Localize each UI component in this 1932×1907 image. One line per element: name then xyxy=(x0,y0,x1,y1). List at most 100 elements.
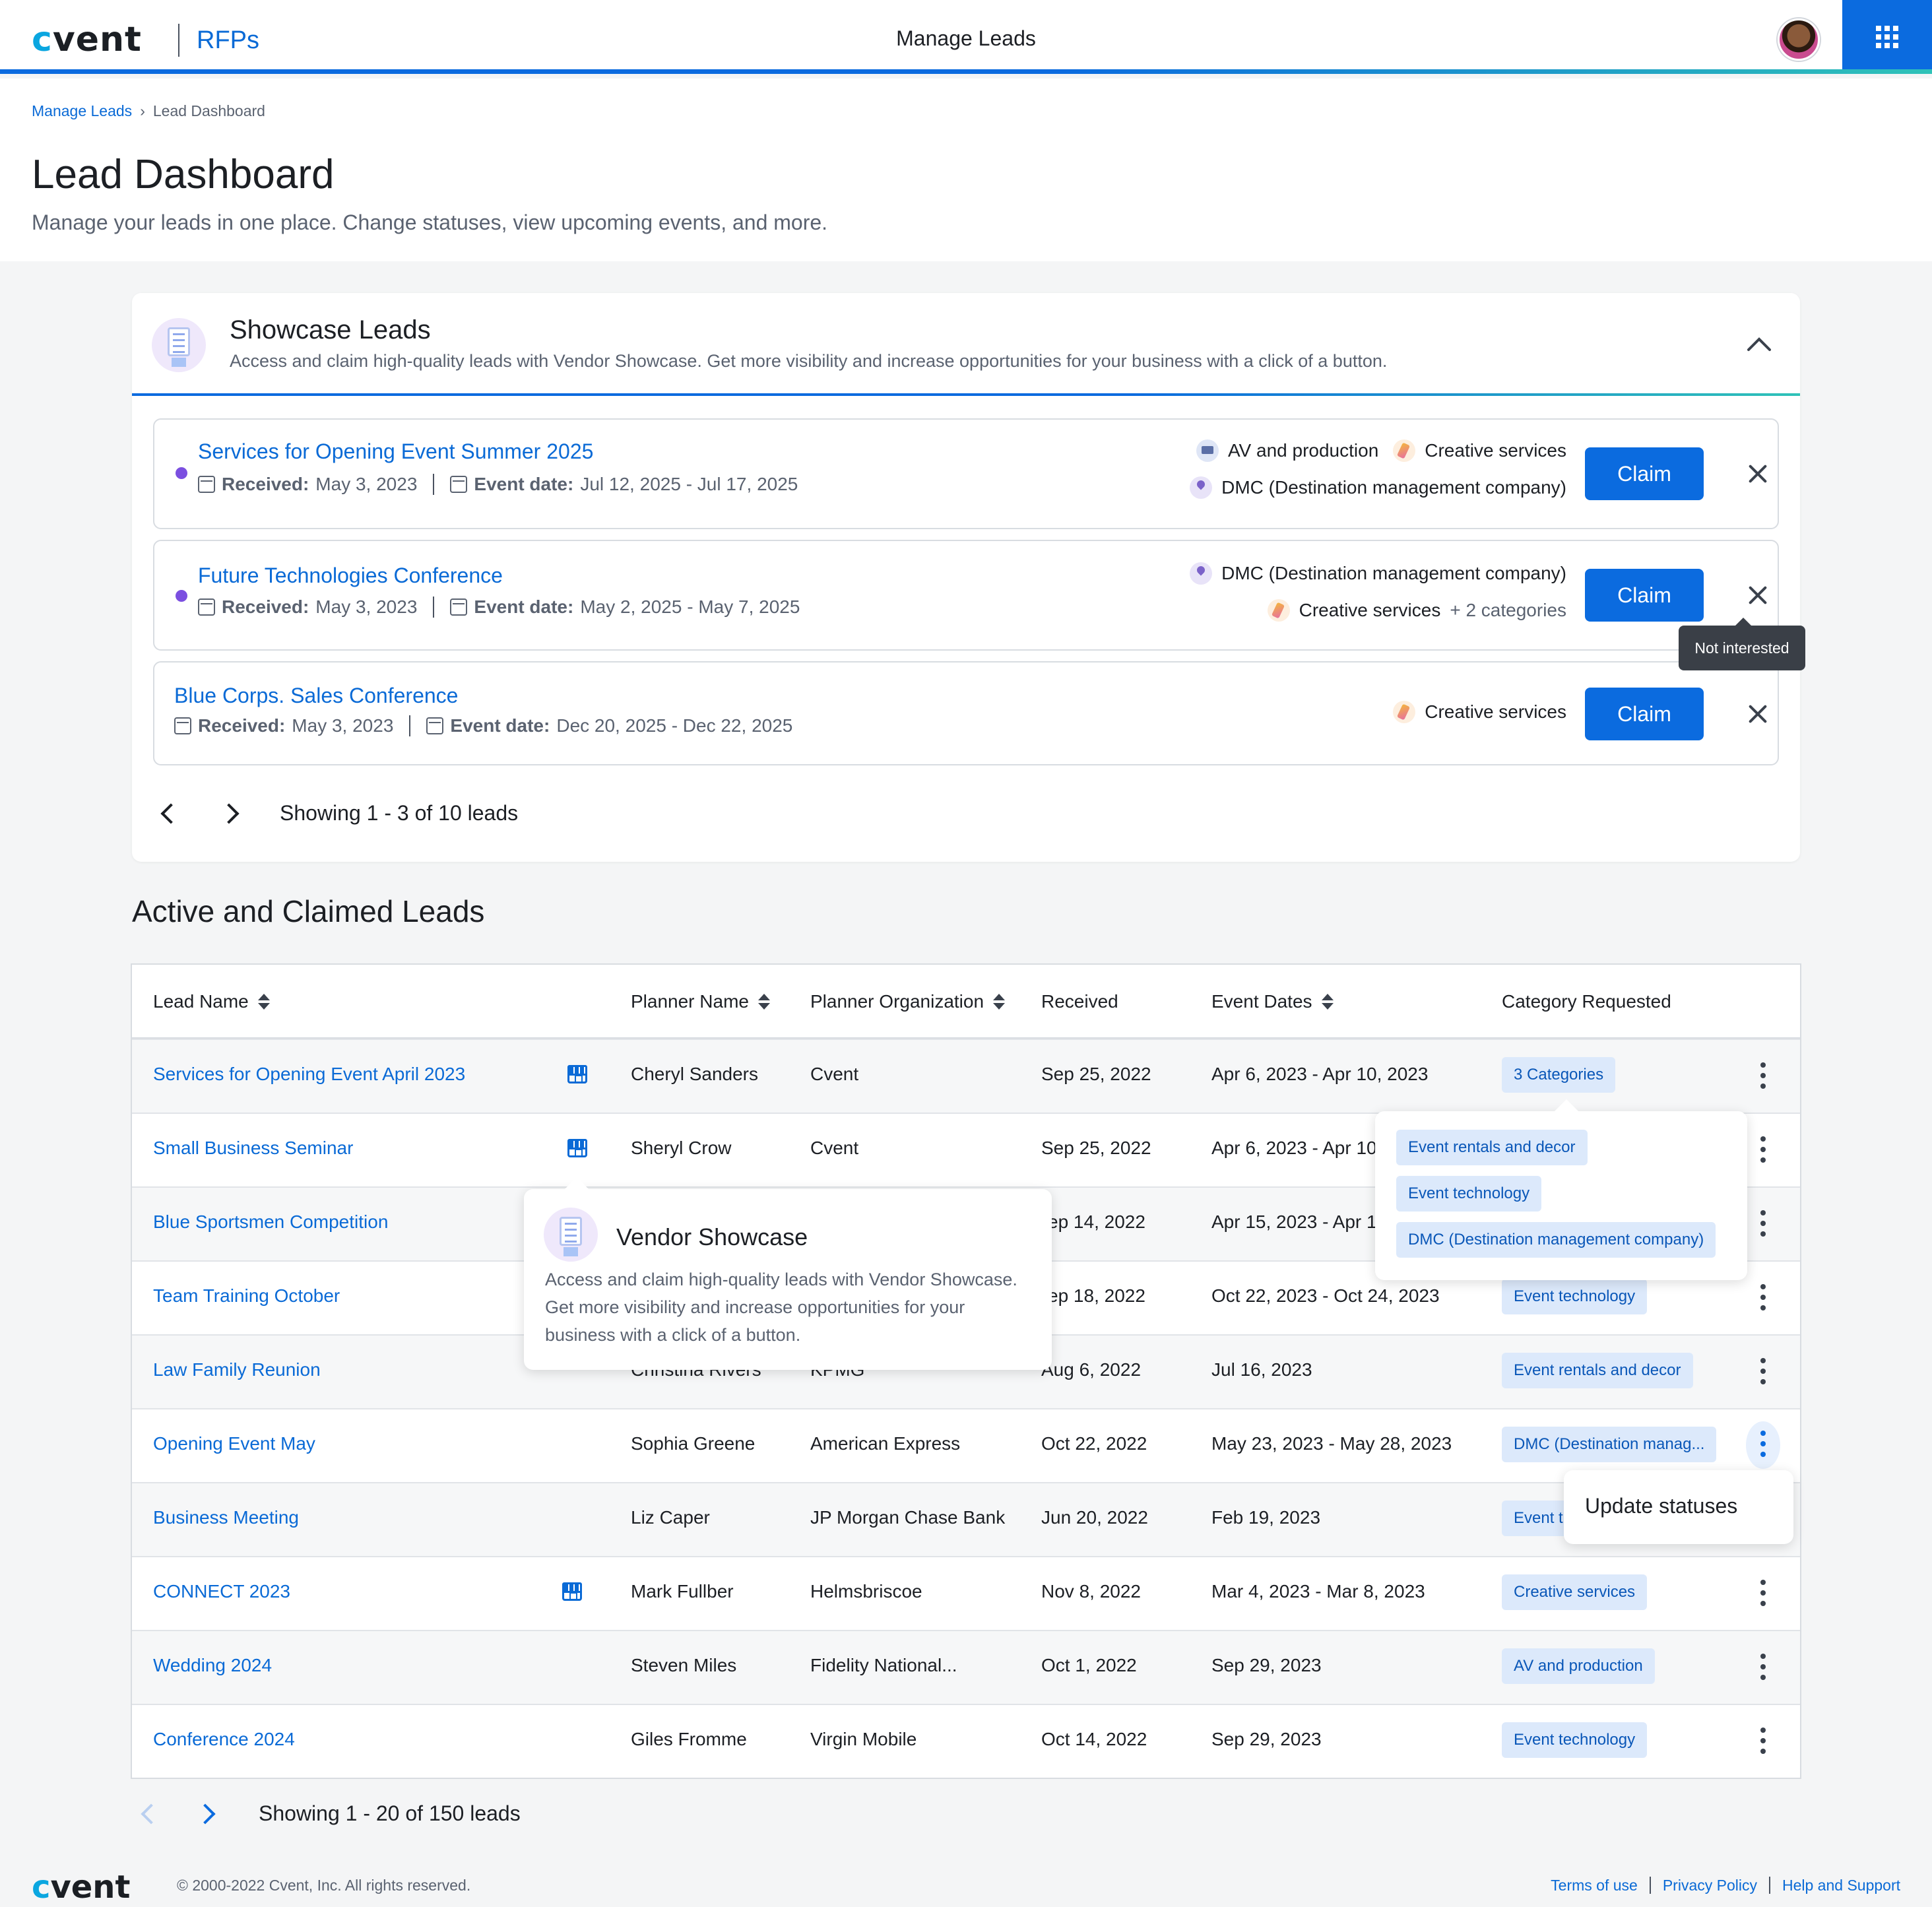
column-received: Received xyxy=(1041,991,1118,1012)
received-value: May 3, 2023 xyxy=(292,715,394,736)
planner-name: Steven Miles xyxy=(631,1655,737,1675)
event-dates: Apr 6, 2023 - Apr 10 xyxy=(1211,1138,1377,1158)
category-badge[interactable]: DMC (Destination management company) xyxy=(1396,1222,1716,1258)
sort-icon[interactable] xyxy=(757,994,770,1010)
event-dates: Oct 22, 2023 - Oct 24, 2023 xyxy=(1211,1285,1440,1306)
calendar-icon xyxy=(198,476,215,493)
update-statuses-menu-item[interactable]: Update statuses xyxy=(1585,1494,1737,1518)
claim-button[interactable]: Claim xyxy=(1585,447,1704,500)
lead-name-link[interactable]: Conference 2024 xyxy=(153,1729,295,1750)
lead-name-link[interactable]: Blue Corps. Sales Conference xyxy=(174,684,458,708)
kebab-icon[interactable] xyxy=(1759,1654,1767,1683)
column-lead-name[interactable]: Lead Name xyxy=(153,991,270,1012)
chevron-left-icon[interactable] xyxy=(160,803,181,824)
received-date: Oct 14, 2022 xyxy=(1041,1729,1147,1749)
lead-name-link[interactable]: Team Training October xyxy=(153,1285,340,1307)
calendar-icon xyxy=(198,598,215,616)
category-badge[interactable]: Event technology xyxy=(1502,1279,1648,1314)
category-label: Creative services xyxy=(1425,701,1566,722)
av-production-icon xyxy=(1196,439,1219,462)
lead-name-link[interactable]: Opening Event May xyxy=(153,1433,315,1454)
category-badge[interactable]: Event technology xyxy=(1502,1722,1648,1758)
sort-icon[interactable] xyxy=(993,994,1006,1010)
storefront-icon[interactable] xyxy=(562,1582,582,1601)
copyright-text: © 2000-2022 Cvent, Inc. All rights reser… xyxy=(177,1877,471,1894)
kebab-icon[interactable] xyxy=(1759,1062,1767,1091)
calendar-icon xyxy=(174,717,191,734)
sort-icon[interactable] xyxy=(257,994,270,1010)
received-date: Sep 25, 2022 xyxy=(1041,1064,1151,1084)
column-event-dates[interactable]: Event Dates xyxy=(1211,991,1334,1012)
column-label: Lead Name xyxy=(153,991,249,1012)
category-badge[interactable]: Event rentals and decor xyxy=(1396,1130,1588,1165)
category-item: DMC (Destination management company) xyxy=(1190,476,1566,499)
more-categories[interactable]: + 2 categories xyxy=(1450,600,1566,621)
lead-name-link[interactable]: Wedding 2024 xyxy=(153,1655,272,1676)
apps-menu-button[interactable] xyxy=(1842,0,1932,74)
kebab-icon[interactable] xyxy=(1759,1580,1767,1609)
chevron-left-icon xyxy=(141,1803,162,1825)
category-badge[interactable]: Event technology xyxy=(1396,1176,1542,1212)
storefront-icon[interactable] xyxy=(567,1065,587,1083)
category-item: Creative services + 2 categories xyxy=(1267,599,1566,622)
chevron-right-icon[interactable] xyxy=(218,803,240,824)
lead-name-link[interactable]: Small Business Seminar xyxy=(153,1138,353,1159)
chevron-up-icon[interactable] xyxy=(1745,330,1774,359)
column-planner-organization[interactable]: Planner Organization xyxy=(810,991,1006,1012)
lead-name-link[interactable]: Services for Opening Event Summer 2025 xyxy=(198,439,593,464)
category-badge[interactable]: 3 Categories xyxy=(1502,1057,1616,1093)
showcase-title: Showcase Leads xyxy=(230,315,431,344)
category-badge[interactable]: DMC (Destination manag... xyxy=(1502,1427,1717,1462)
kebab-icon[interactable] xyxy=(1759,1136,1767,1165)
breadcrumb-manage-leads[interactable]: Manage Leads xyxy=(32,102,132,119)
terms-of-use-link[interactable]: Terms of use xyxy=(1551,1877,1638,1894)
planner-organization: Cvent xyxy=(810,1064,859,1084)
claim-button[interactable]: Claim xyxy=(1585,688,1704,740)
received-date: Oct 22, 2022 xyxy=(1041,1433,1147,1454)
close-icon[interactable] xyxy=(1742,579,1774,611)
lead-name-link[interactable]: Business Meeting xyxy=(153,1507,299,1528)
column-planner-name[interactable]: Planner Name xyxy=(631,991,770,1012)
categories-popover: Event rentals and decor Event technology… xyxy=(1375,1099,1747,1280)
lead-name-link[interactable]: Future Technologies Conference xyxy=(198,564,503,588)
page-title: Lead Dashboard xyxy=(32,152,335,197)
user-avatar[interactable] xyxy=(1778,18,1820,61)
lead-name-link[interactable]: Blue Sportsmen Competition xyxy=(153,1212,388,1233)
kebab-icon[interactable] xyxy=(1759,1728,1767,1757)
storefront-icon[interactable] xyxy=(567,1139,587,1157)
lead-name-link[interactable]: Law Family Reunion xyxy=(153,1359,321,1380)
planner-organization: Helmsbriscoe xyxy=(810,1581,922,1601)
sort-icon[interactable] xyxy=(1321,994,1334,1010)
lead-name-link[interactable]: CONNECT 2023 xyxy=(153,1581,290,1602)
kebab-icon[interactable] xyxy=(1759,1210,1767,1239)
column-label: Planner Name xyxy=(631,991,749,1012)
category-label: Creative services xyxy=(1425,440,1566,461)
vendor-showcase-title: Vendor Showcase xyxy=(616,1223,808,1250)
planner-name: Liz Caper xyxy=(631,1507,710,1528)
category-badge[interactable]: AV and production xyxy=(1502,1648,1655,1684)
breadcrumb-current: Lead Dashboard xyxy=(152,102,265,119)
vendor-showcase-popover: Vendor Showcase Access and claim high-qu… xyxy=(524,1177,1052,1370)
vendor-showcase-description: Access and claim high-quality leads with… xyxy=(545,1270,1017,1345)
claim-button[interactable]: Claim xyxy=(1585,569,1704,622)
close-icon[interactable] xyxy=(1742,698,1774,730)
kebab-icon[interactable] xyxy=(1759,1358,1767,1387)
column-label: Planner Organization xyxy=(810,991,984,1012)
event-date-value: Dec 20, 2025 - Dec 22, 2025 xyxy=(556,715,793,736)
apps-grid-icon xyxy=(1876,26,1898,48)
help-support-link[interactable]: Help and Support xyxy=(1782,1877,1900,1894)
privacy-policy-link[interactable]: Privacy Policy xyxy=(1663,1877,1757,1894)
planner-name: Sheryl Crow xyxy=(631,1138,732,1158)
received-label: Received: xyxy=(222,597,309,617)
close-icon[interactable] xyxy=(1742,458,1774,490)
lead-name-link[interactable]: Services for Opening Event April 2023 xyxy=(153,1064,465,1085)
not-interested-tooltip: Not interested xyxy=(1679,618,1805,670)
planner-organization: Virgin Mobile xyxy=(810,1729,917,1749)
category-badge[interactable]: Creative services xyxy=(1502,1574,1648,1610)
category-badge[interactable]: Event rentals and decor xyxy=(1502,1353,1693,1388)
event-date-value: Jul 12, 2025 - Jul 17, 2025 xyxy=(580,474,798,494)
kebab-icon[interactable] xyxy=(1746,1421,1780,1469)
footer-cvent-logo: cvent xyxy=(32,1869,131,1906)
kebab-icon[interactable] xyxy=(1759,1284,1767,1313)
chevron-right-icon[interactable] xyxy=(195,1803,216,1825)
